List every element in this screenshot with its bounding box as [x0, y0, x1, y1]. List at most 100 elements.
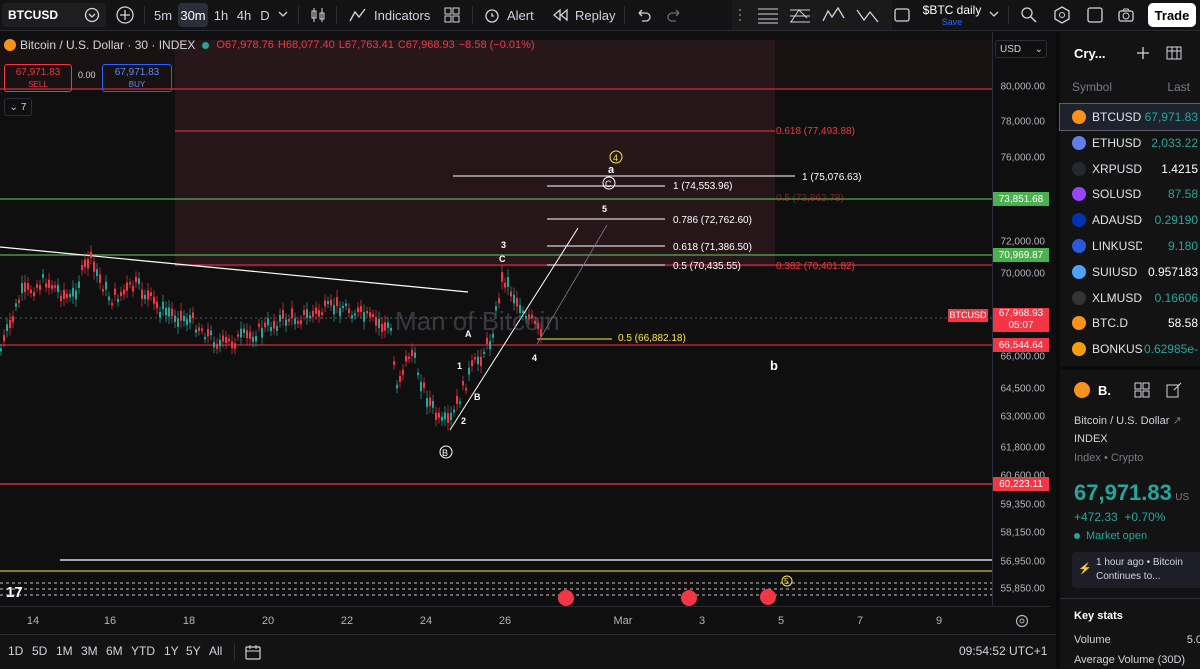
watchlist-title[interactable]: Cry... [1074, 46, 1106, 61]
timeframe-1h[interactable]: 1h [210, 3, 232, 27]
timeframe-30m[interactable]: 30m [178, 3, 208, 27]
layout-square-icon[interactable] [893, 6, 911, 24]
watch-icon[interactable] [84, 7, 100, 23]
alert-button[interactable]: Alert [483, 0, 534, 30]
symbol-name[interactable]: BTCUSD [8, 8, 58, 22]
watchlist-symbol: SOLUSD [1092, 187, 1142, 202]
watchlist-row[interactable]: SUIUSD 0.957183 [1060, 259, 1200, 285]
object-tree-icon[interactable] [1020, 6, 1038, 24]
indicators-label: Indicators [374, 7, 431, 23]
coin-icon [1072, 316, 1086, 331]
watchlist-row[interactable]: ETHUSD 2,033.22 [1060, 130, 1200, 156]
fib-label: 1 (75,076.63) [802, 172, 862, 183]
range-1y[interactable]: 1Y [164, 644, 179, 658]
col-last[interactable]: Last [1167, 80, 1190, 94]
sell-button[interactable]: 67,971.83 SELL [4, 64, 72, 92]
templates-icon[interactable] [443, 6, 461, 24]
camera-icon[interactable] [1117, 6, 1135, 24]
tradingview-logo[interactable]: 17 [6, 584, 23, 601]
watchlist-symbol: XRPUSD [1092, 161, 1142, 176]
candle-body [474, 357, 476, 360]
timeframe-d[interactable]: D [256, 3, 274, 27]
add-symbol-icon[interactable] [1136, 46, 1150, 63]
columns-icon[interactable] [1166, 45, 1182, 64]
fib-label: 0.618 (77,493.88) [776, 126, 855, 137]
price-axis[interactable]: USD ⌄ 80,000.00 78,000.00 76,000.00 72,0… [992, 32, 1051, 606]
level-label[interactable]: 70,969.87 [993, 248, 1049, 262]
add-compare-icon[interactable] [116, 6, 134, 24]
key-stats-title[interactable]: Key stats [1074, 610, 1123, 622]
range-all[interactable]: All [209, 644, 222, 658]
range-1d[interactable]: 1D [8, 644, 23, 658]
settings-icon[interactable] [1053, 6, 1071, 24]
us-flag-event-icon[interactable] [681, 590, 697, 606]
replay-button[interactable]: Replay [551, 0, 615, 30]
range-5d[interactable]: 5D [32, 644, 47, 658]
symbol-search[interactable]: BTCUSD [2, 3, 106, 27]
drag-handle-icon[interactable] [737, 6, 755, 24]
us-flag-event-icon[interactable] [760, 589, 776, 605]
range-3m[interactable]: 3M [81, 644, 98, 658]
axis-settings-icon[interactable] [1015, 614, 1029, 631]
price-chart[interactable]: Man of Bitcoin 0.618 (77,493.88) 1 (75,0… [0, 32, 992, 606]
chevron-down-icon[interactable] [277, 8, 295, 26]
watchlist-row[interactable]: BONKUS 0.62985e- [1060, 336, 1200, 362]
us-flag-event-icon[interactable] [558, 590, 574, 606]
watchlist-row[interactable]: SOLUSD 87.58 [1060, 181, 1200, 207]
level-label[interactable]: 66,544.64 [993, 338, 1049, 352]
fib-extension-icon[interactable] [789, 6, 810, 24]
candle-body [429, 397, 431, 406]
buy-button[interactable]: 67,971.83 BUY [102, 64, 172, 92]
watchlist-header: Symbol Last [1060, 76, 1200, 96]
watchlist-row[interactable]: BTCUSD 67,971.83 [1059, 103, 1200, 131]
candle-body [108, 296, 110, 301]
level-label[interactable]: 73,851.68 [993, 192, 1049, 206]
layout-name[interactable]: $BTC daily Save [920, 3, 984, 27]
watchlist-row[interactable]: BTC.D 58.58 [1060, 310, 1200, 336]
details-short[interactable]: B. [1098, 383, 1111, 398]
col-symbol[interactable]: Symbol [1072, 80, 1112, 94]
candles-icon[interactable] [309, 6, 327, 24]
watchlist-row[interactable]: XRPUSD 1.4215 [1060, 156, 1200, 182]
fullscreen-icon[interactable] [1086, 6, 1104, 24]
time-axis[interactable]: 14 16 18 20 22 24 26 Mar 3 5 7 9 [0, 606, 1050, 635]
chevron-down-icon[interactable] [988, 8, 1006, 26]
indicator-toggle[interactable]: ⌄ 7 [4, 98, 32, 116]
trade-button[interactable]: Trade [1148, 3, 1196, 27]
watchlist-last: 0.62985e- [1143, 342, 1198, 357]
symbol-price-tag[interactable]: BTCUSD [948, 309, 988, 322]
watchlist-row[interactable]: XLMUSD 0.16606 [1060, 285, 1200, 311]
candle-body [126, 282, 128, 291]
candle-body [408, 356, 410, 359]
redo-icon[interactable] [666, 6, 684, 24]
timeframe-4h[interactable]: 4h [233, 3, 255, 27]
currency-select[interactable]: USD ⌄ [995, 40, 1047, 58]
clock-time[interactable]: 09:54:52 UTC+1 [959, 644, 1047, 658]
calendar-icon[interactable] [244, 643, 262, 664]
news-card[interactable]: ⚡ 1 hour ago • Bitcoin Continues to... [1072, 552, 1200, 588]
external-link-icon[interactable]: ↗ [1172, 415, 1181, 427]
chart-pane[interactable]: Man of Bitcoin 0.618 (77,493.88) 1 (75,0… [0, 32, 992, 606]
range-ytd[interactable]: YTD [131, 644, 155, 658]
range-1m[interactable]: 1M [56, 644, 73, 658]
watchlist-row[interactable]: ADAUSD 0.29190 [1060, 207, 1200, 233]
watchlist-row[interactable]: LINKUSD 9.180 [1060, 233, 1200, 259]
grid-icon[interactable] [1134, 382, 1150, 401]
legend-title[interactable]: Bitcoin / U.S. Dollar · 30 · INDEX [20, 38, 195, 52]
candle-body [183, 315, 185, 322]
range-6m[interactable]: 6M [106, 644, 123, 658]
elliott-wave-icon[interactable] [822, 6, 845, 24]
fib-retracement-icon[interactable] [757, 6, 778, 24]
candle-body [360, 305, 362, 312]
candle-body [513, 294, 515, 304]
timeframe-5m[interactable]: 5m [150, 3, 176, 27]
indicators-button[interactable]: Indicators [348, 0, 430, 30]
current-price-label[interactable]: 67,968.93 05:07 [993, 308, 1049, 332]
elliott-correction-icon[interactable] [856, 6, 879, 24]
level-label[interactable]: 60,223.11 [993, 477, 1049, 491]
undo-icon[interactable] [634, 6, 652, 24]
market-status: Market open [1074, 530, 1147, 542]
candle-body [252, 336, 254, 342]
edit-icon[interactable] [1166, 382, 1182, 401]
range-5y[interactable]: 5Y [186, 644, 201, 658]
